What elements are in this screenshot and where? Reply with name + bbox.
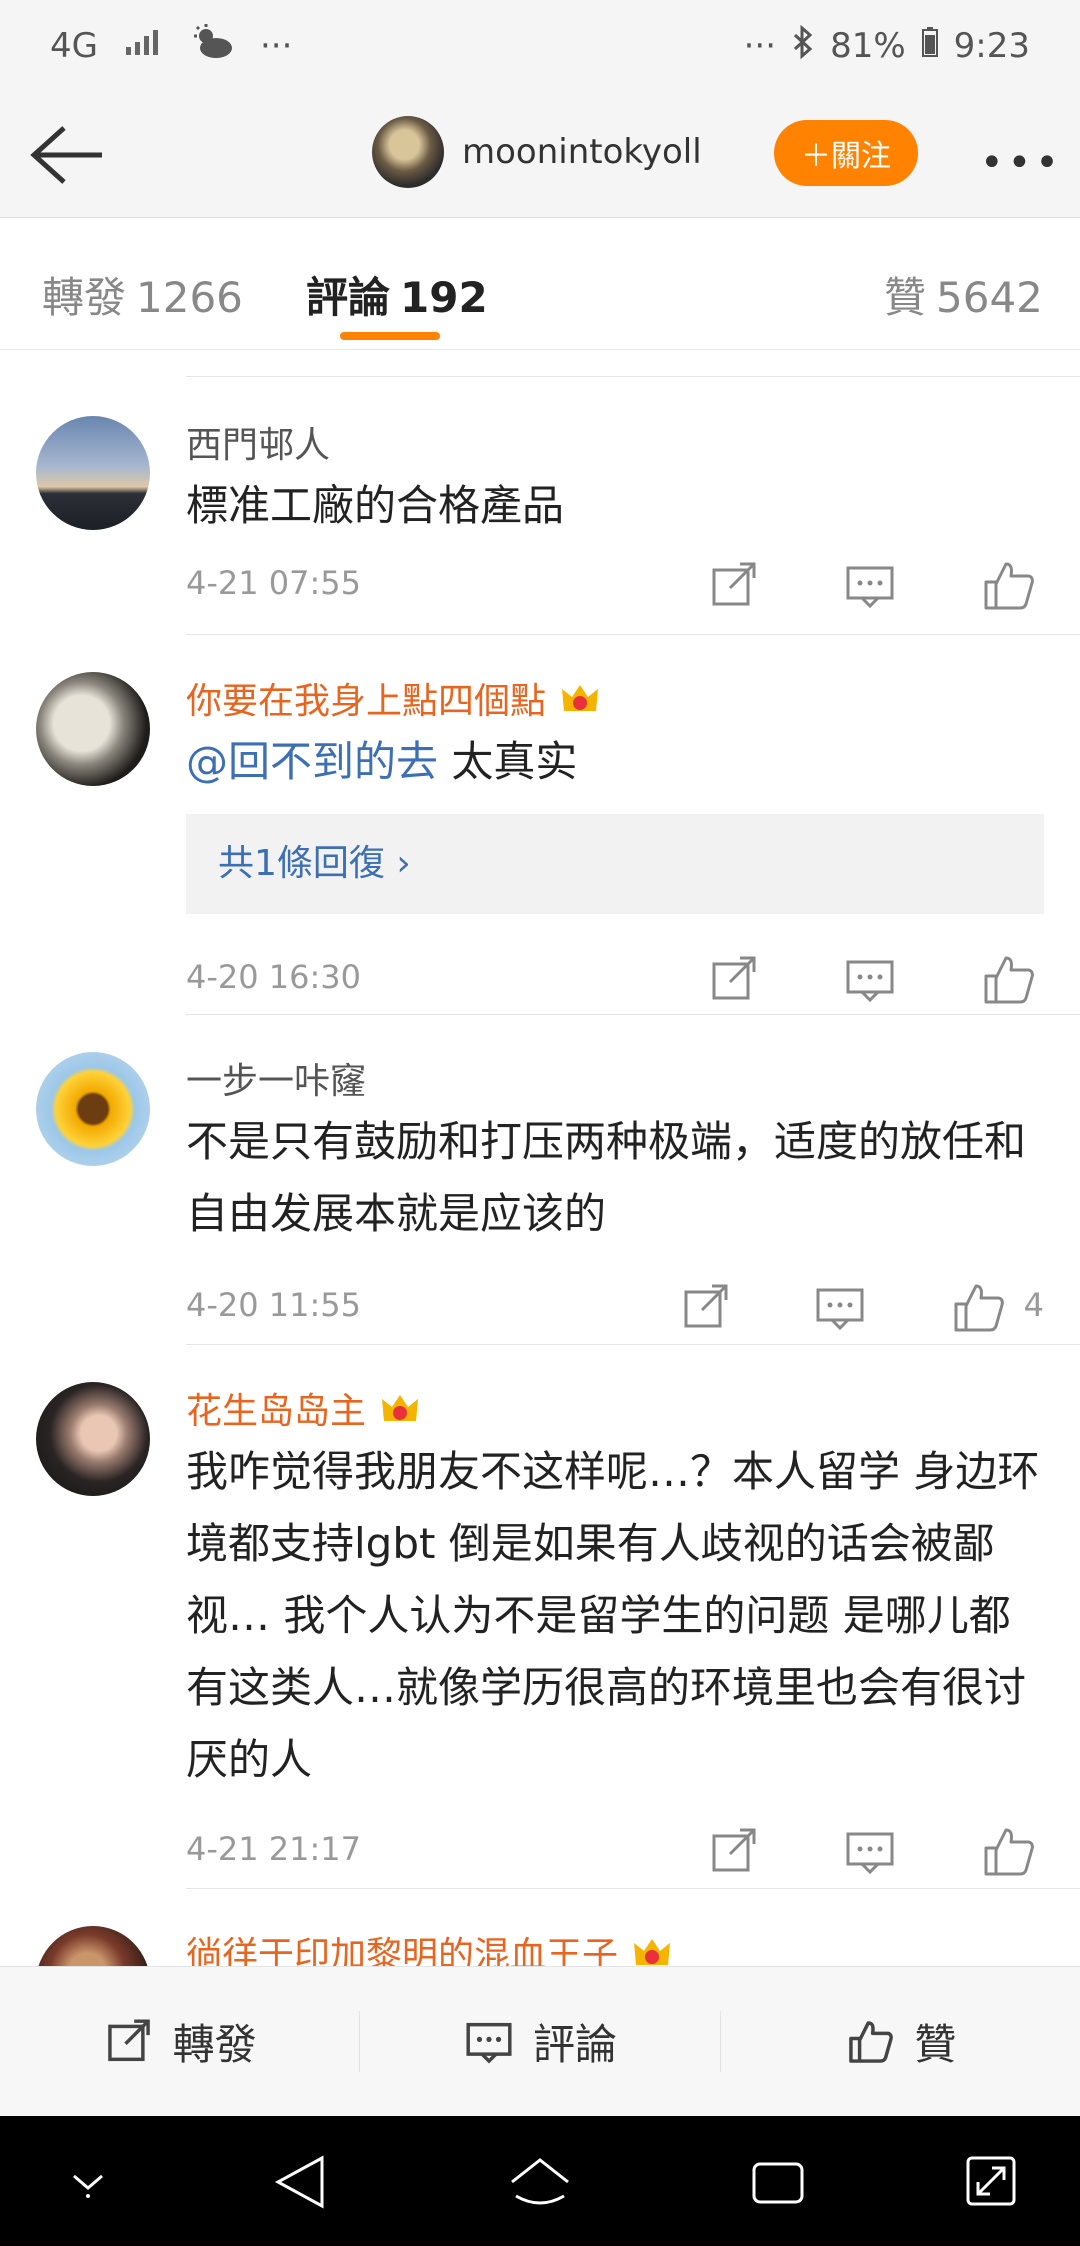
tab-label: 贊 bbox=[884, 273, 927, 322]
avatar[interactable] bbox=[36, 1382, 150, 1496]
tab-comments[interactable]: 評論 192 bbox=[306, 264, 488, 325]
comment-text: 不是只有鼓励和打压两种极端，适度的放任和自由发展本就是应该的 bbox=[186, 1117, 1027, 1238]
crown-badge-icon bbox=[562, 685, 599, 711]
tab-label: 轉發 bbox=[42, 273, 127, 322]
comment-author[interactable]: 花生岛岛主 bbox=[186, 1382, 420, 1434]
tab-count: 5642 bbox=[936, 273, 1043, 322]
comment-author-name[interactable]: 你要在我身上點四個點 bbox=[186, 681, 546, 722]
tab-count: 192 bbox=[400, 273, 488, 322]
comment-time: 4-21 07:55 bbox=[186, 564, 362, 602]
repost-label: 轉發 bbox=[172, 2020, 257, 2069]
comment-body: 太真实 bbox=[438, 737, 578, 786]
comment-author[interactable]: 一步一咔窿 bbox=[186, 1052, 366, 1104]
reply-count-button[interactable]: 共1條回復 › bbox=[186, 814, 1044, 914]
comment-time: 4-20 16:30 bbox=[186, 958, 362, 996]
status-dots-right: ··· bbox=[743, 26, 777, 66]
comment-time: 4-20 11:55 bbox=[186, 1286, 362, 1324]
back-arrow-icon bbox=[30, 126, 102, 184]
comment-meta: 4-21 21:17 bbox=[186, 1822, 1044, 1882]
comment-meta: 4-20 11:55 4 bbox=[186, 1278, 1044, 1338]
battery-percent: 81% bbox=[830, 26, 906, 66]
divider bbox=[186, 1344, 1080, 1345]
like-button[interactable]: 贊 bbox=[719, 2011, 1080, 2072]
like-icon[interactable] bbox=[978, 1822, 1038, 1882]
bluetooth-icon bbox=[792, 24, 814, 68]
avatar[interactable] bbox=[36, 416, 150, 530]
like-icon[interactable] bbox=[978, 950, 1038, 1010]
crown-badge-icon bbox=[382, 1395, 419, 1421]
weather-icon bbox=[190, 23, 234, 69]
comment-icon[interactable] bbox=[840, 1822, 900, 1882]
like-count: 4 bbox=[1023, 1286, 1044, 1324]
comment-icon[interactable] bbox=[840, 950, 900, 1010]
bottom-action-bar: 轉發 評論 贊 bbox=[0, 1966, 1080, 2116]
clock: 9:23 bbox=[953, 26, 1030, 66]
repost-button[interactable]: 轉發 bbox=[0, 2011, 359, 2072]
avatar[interactable] bbox=[36, 1926, 150, 1966]
system-nav-bar bbox=[0, 2116, 1080, 2246]
share-icon bbox=[107, 2018, 150, 2061]
recents-nav-icon[interactable] bbox=[750, 2158, 806, 2208]
network-indicator: 4G bbox=[50, 26, 98, 66]
top-nav: moonintokyoll ＋關注 ••• bbox=[0, 92, 1080, 218]
comment-text: 標准工廠的合格產品 bbox=[186, 481, 565, 530]
mention-link[interactable]: @回不到的去 bbox=[186, 737, 438, 786]
divider bbox=[186, 1888, 1080, 1889]
crown-badge-icon bbox=[634, 1939, 671, 1965]
comment-author[interactable]: 你要在我身上點四個點 bbox=[186, 672, 600, 724]
active-tab-indicator bbox=[340, 332, 440, 340]
share-icon[interactable] bbox=[676, 1278, 736, 1338]
signal-icon bbox=[124, 26, 164, 66]
comment-button[interactable]: 評論 bbox=[359, 2011, 719, 2072]
like-label: 贊 bbox=[914, 2020, 957, 2069]
tab-bar: 轉發 1266 評論 192 贊 5642 bbox=[0, 218, 1080, 350]
comment-meta: 4-21 07:55 bbox=[186, 556, 1044, 616]
avatar[interactable] bbox=[372, 116, 444, 188]
back-button[interactable] bbox=[28, 122, 108, 188]
divider bbox=[186, 634, 1080, 635]
comment-icon[interactable] bbox=[810, 1278, 870, 1338]
status-dots-left: ··· bbox=[259, 26, 293, 66]
share-icon[interactable] bbox=[704, 950, 764, 1010]
back-nav-icon[interactable] bbox=[272, 2152, 328, 2212]
comment-icon bbox=[466, 2022, 512, 2064]
tab-count: 1266 bbox=[136, 273, 243, 322]
comment-text: @回不到的去 太真实 bbox=[186, 726, 1044, 798]
comment-author[interactable]: 徜徉于印加黎明的混血王子 bbox=[186, 1926, 672, 1966]
avatar[interactable] bbox=[36, 672, 150, 786]
comment-list[interactable]: 西門邨人 標准工廠的合格產品 4-21 07:55 你要在我身上點四個點 @回不… bbox=[0, 350, 1080, 1966]
comment-time: 4-21 21:17 bbox=[186, 1830, 362, 1868]
follow-button[interactable]: ＋關注 bbox=[774, 120, 918, 186]
avatar[interactable] bbox=[36, 1052, 150, 1166]
comment-label: 評論 bbox=[532, 2020, 617, 2069]
profile-username[interactable]: moonintokyoll bbox=[462, 132, 702, 172]
comment-author-name[interactable]: 徜徉于印加黎明的混血王子 bbox=[186, 1935, 618, 1966]
comment-icon[interactable] bbox=[840, 556, 900, 616]
divider bbox=[186, 1014, 1080, 1015]
home-nav-icon[interactable] bbox=[508, 2156, 572, 2210]
battery-icon bbox=[921, 26, 938, 66]
comment-author[interactable]: 西門邨人 bbox=[186, 416, 330, 468]
like-icon[interactable] bbox=[978, 556, 1038, 616]
share-icon[interactable] bbox=[704, 556, 764, 616]
comment-author-name[interactable]: 花生岛岛主 bbox=[186, 1391, 366, 1432]
tab-likes[interactable]: 贊 5642 bbox=[884, 264, 1043, 325]
more-options-button[interactable]: ••• bbox=[980, 140, 1063, 186]
comment-text: 我咋觉得我朋友不这样呢…？本人留学 身边环境都支持lgbt 倒是如果有人歧视的话… bbox=[186, 1447, 1040, 1784]
tab-label: 評論 bbox=[306, 273, 391, 322]
share-icon[interactable] bbox=[704, 1822, 764, 1882]
expand-icon[interactable] bbox=[964, 2154, 1018, 2208]
profile-header[interactable]: moonintokyoll bbox=[372, 116, 702, 188]
divider bbox=[186, 376, 1080, 377]
tab-reposts[interactable]: 轉發 1266 bbox=[42, 264, 243, 325]
status-bar: 4G ··· ··· 81% 9:23 bbox=[0, 0, 1080, 92]
like-icon[interactable] bbox=[948, 1278, 1008, 1338]
comment-meta: 4-20 16:30 bbox=[186, 950, 1044, 1010]
like-icon bbox=[849, 2020, 894, 2063]
hide-keyboard-icon[interactable] bbox=[68, 2162, 108, 2202]
